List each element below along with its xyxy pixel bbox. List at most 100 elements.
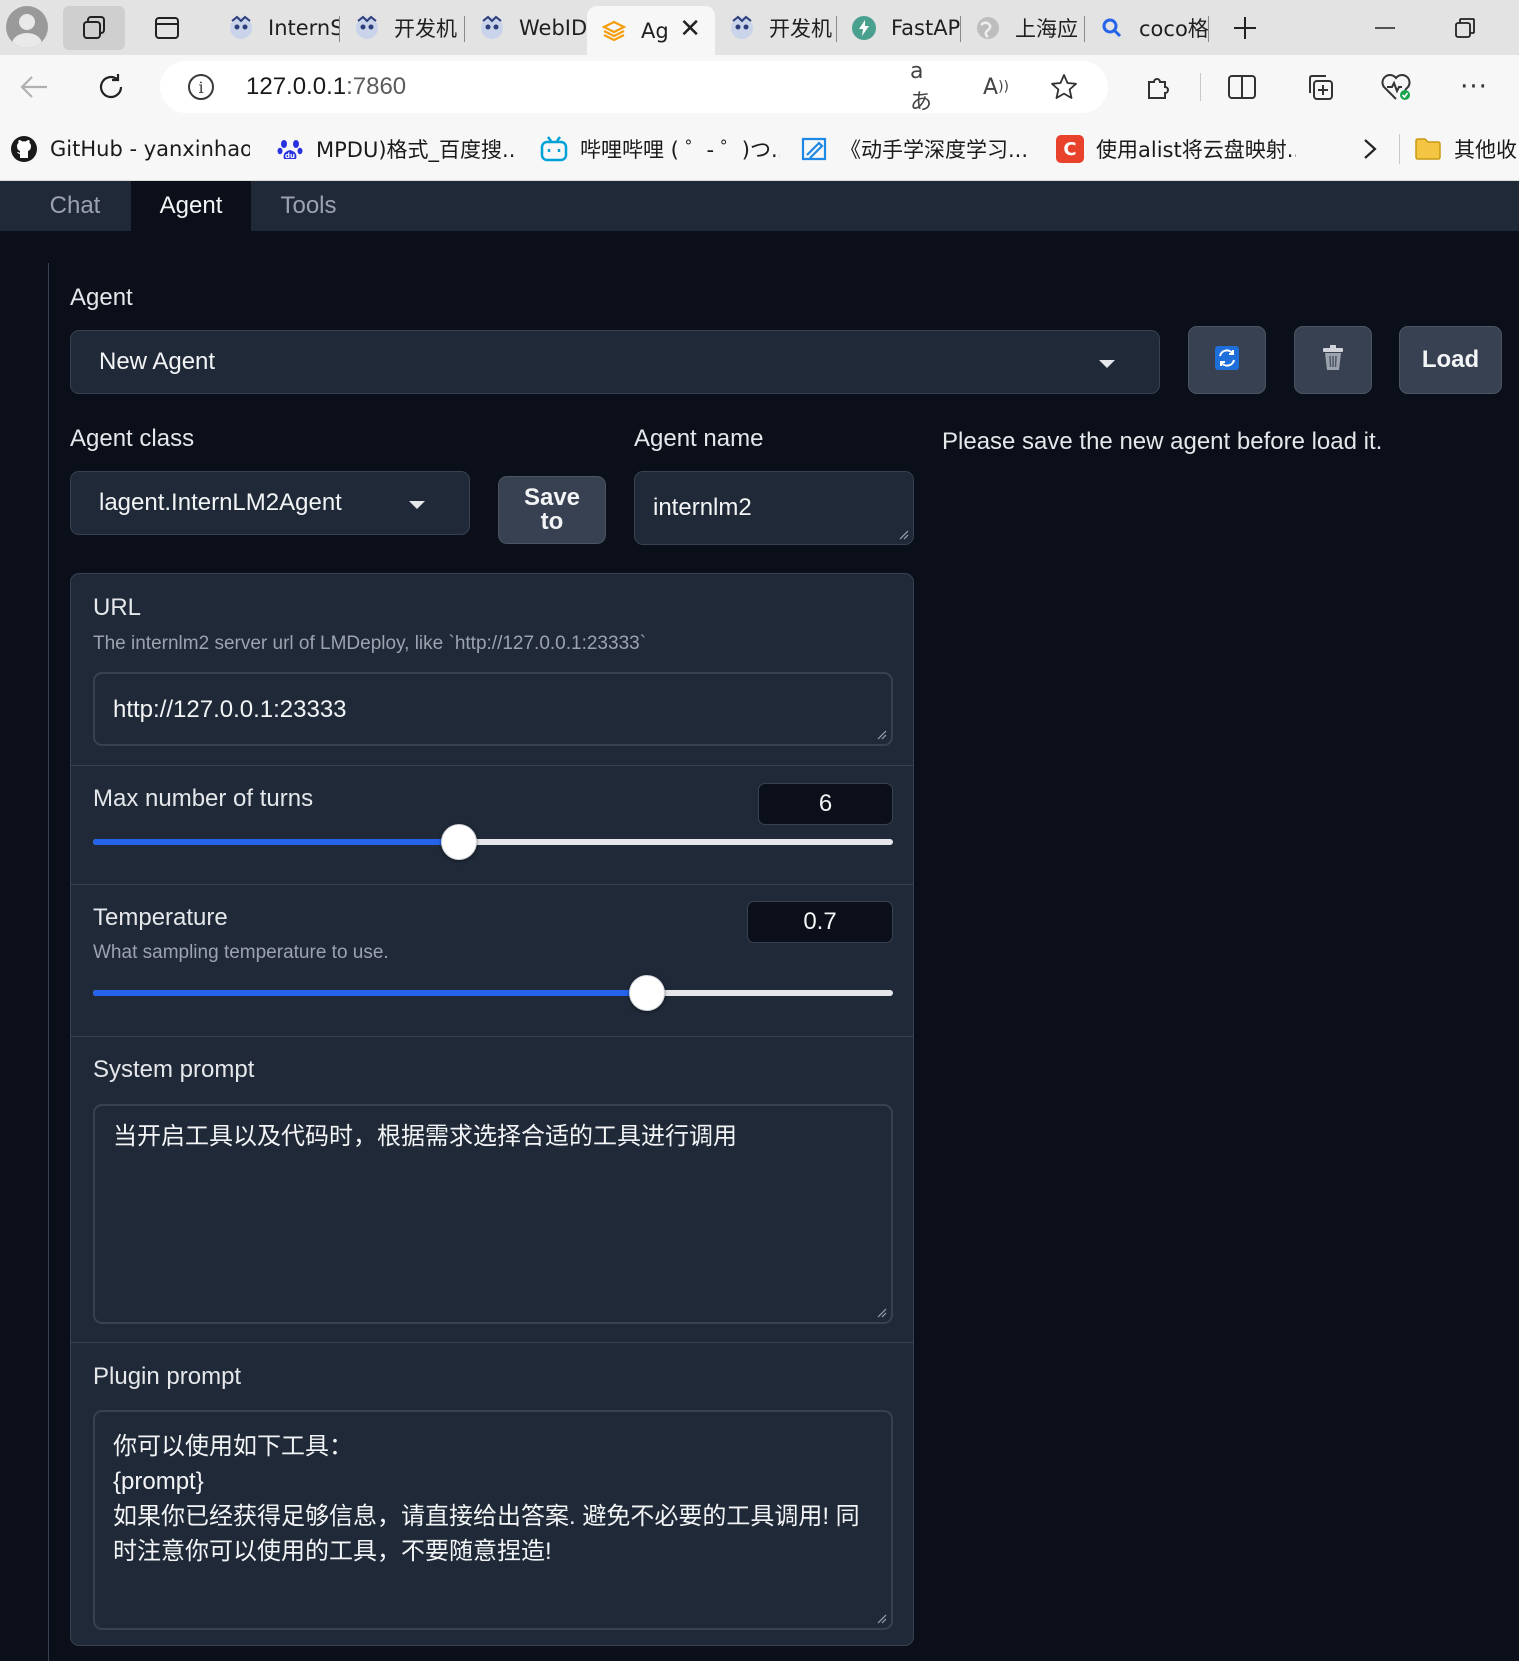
temperature-info: What sampling temperature to use. [93,942,389,963]
slider-thumb[interactable] [440,824,477,860]
bilibili-icon [540,135,568,163]
collections-icon[interactable] [1300,67,1340,107]
browser-tab[interactable]: 开发机 [340,6,465,50]
browser-tab[interactable]: InternS [214,6,340,50]
save-to-label-line2: to [540,508,564,535]
agent-dropdown[interactable]: New Agent [70,330,1160,394]
max-turns-slider[interactable] [93,824,893,860]
more-menu-icon[interactable]: ··· [1454,67,1494,107]
url-info: The internlm2 server url of LMDeploy, li… [93,633,647,654]
system-prompt-textarea[interactable]: 当开启工具以及代码时，根据需求选择合适的工具进行调用 [93,1104,893,1324]
slider-thumb[interactable] [628,975,665,1011]
load-button[interactable]: Load [1399,326,1502,394]
tab-title: Ag [641,18,667,43]
browser-essentials-icon[interactable] [1376,67,1416,107]
bookmark-item[interactable]: 哔哩哔哩 ( ゜- ゜)つ... [540,132,780,166]
tab-title: 开发机 [769,17,832,41]
minimize-icon[interactable] [1345,0,1425,55]
max-turns-section: Max number of turns 6 [71,766,913,885]
url-input[interactable]: http://127.0.0.1:23333 [93,672,893,746]
browser-tab[interactable]: coco格 [1085,6,1209,50]
profile-avatar[interactable] [6,6,48,48]
dropdown-caret-icon [1099,360,1115,368]
agent-selected-value: New Agent [99,348,216,375]
tab-agent[interactable]: Agent [131,181,251,231]
agent-settings-panel: URL The internlm2 server url of LMDeploy… [70,573,914,1646]
browser-tab[interactable]: FastAPI [837,6,961,50]
restore-icon[interactable] [1425,0,1505,55]
tab-title: 开发机 [394,17,457,41]
url-omnibox[interactable]: i 127.0.0.1:7860 aあ A)) [160,59,1108,115]
mascot-icon [354,15,380,41]
read-aloud-icon[interactable]: A)) [980,71,1012,103]
refresh-button[interactable] [1188,326,1266,394]
vertical-tabs-icon[interactable] [136,6,198,50]
bookmarks-bar: GitHub - yanxinhao... du MPDU)格式_百度搜... … [0,118,1519,181]
chevron-right-icon[interactable] [1355,134,1385,164]
app-tab-bar: Chat Agent Tools [0,181,1519,231]
globe-icon [975,15,1001,41]
trash-icon [1320,344,1346,376]
mascot-icon [228,15,254,41]
max-turns-number-input[interactable]: 6 [758,783,893,825]
temperature-section: Temperature What sampling temperature to… [71,885,913,1037]
back-arrow-icon[interactable] [12,65,56,109]
resize-handle-icon[interactable] [877,1308,887,1318]
tab-chat[interactable]: Chat [20,181,130,231]
bookmark-label: 哔哩哔哩 ( ゜- ゜)つ... [580,138,780,162]
agent-name-value: internlm2 [653,494,752,521]
tab-title: WebIDE [519,16,587,40]
github-icon [10,135,38,163]
d2l-icon [800,135,828,163]
plugin-prompt-value: 你可以使用如下工具： {prompt} 如果你已经获得足够信息，请直接给出答案.… [113,1433,860,1565]
agent-class-value: lagent.InternLM2Agent [99,489,342,516]
agent-class-dropdown[interactable]: lagent.InternLM2Agent [70,471,470,535]
temperature-slider[interactable] [93,975,893,1011]
folder-icon [1414,135,1442,163]
split-screen-icon[interactable] [1222,67,1262,107]
svg-text:du: du [285,152,295,160]
temperature-number-input[interactable]: 0.7 [747,901,893,943]
csdn-icon: C [1056,135,1084,163]
plugin-prompt-textarea[interactable]: 你可以使用如下工具： {prompt} 如果你已经获得足够信息，请直接给出答案.… [93,1410,893,1630]
agent-app: Chat Agent Tools Agent New Agent Load Ag… [0,181,1519,1661]
agent-label: Agent [70,284,133,311]
tab-title: FastAPI [891,16,961,40]
resize-handle-icon[interactable] [877,1614,887,1624]
workspaces-icon[interactable] [63,6,125,50]
favorite-star-icon[interactable] [1048,71,1080,103]
bookmark-item[interactable]: C 使用alist将云盘映射... [1056,132,1296,166]
address-bar: i 127.0.0.1:7860 aあ A)) ··· [0,55,1519,118]
browser-tab[interactable]: 开发机 [715,6,837,50]
save-to-button[interactable]: Save to [498,476,606,544]
refresh-icon[interactable] [89,65,133,109]
browser-tab-active[interactable]: Ag ✕ [587,6,715,55]
translate-icon[interactable]: aあ [910,59,942,115]
tab-tools[interactable]: Tools [251,181,366,231]
url-section: URL The internlm2 server url of LMDeploy… [71,574,913,766]
resize-handle-icon[interactable] [899,530,909,540]
site-info-icon[interactable]: i [188,74,214,100]
bookmark-item[interactable]: GitHub - yanxinhao... [10,132,250,166]
system-prompt-section: System prompt 当开启工具以及代码时，根据需求选择合适的工具进行调用 [71,1037,913,1343]
bookmark-item[interactable]: 《动手学深度学习... [800,132,1040,166]
slider-fill [93,839,459,845]
url-text: 127.0.0.1:7860 [246,73,407,100]
agent-name-input[interactable]: internlm2 [634,471,914,545]
bookmark-label: 其他收 [1454,138,1517,162]
delete-button[interactable] [1294,326,1372,394]
layers-icon [601,18,627,44]
search-icon [1099,15,1125,41]
baidu-paw-icon: du [276,135,304,163]
browser-tab[interactable]: 上海应 [961,6,1085,50]
agent-class-label: Agent class [70,425,195,452]
system-prompt-label: System prompt [93,1056,255,1083]
resize-handle-icon[interactable] [877,730,887,740]
browser-tab[interactable]: WebIDE [465,6,587,50]
extensions-icon[interactable] [1138,67,1178,107]
status-message: Please save the new agent before load it… [942,428,1383,455]
new-tab-icon[interactable] [1215,6,1275,50]
other-bookmarks[interactable]: 其他收 [1414,132,1519,166]
bookmark-item[interactable]: du MPDU)格式_百度搜... [276,132,516,166]
close-tab-icon[interactable]: ✕ [679,14,701,44]
